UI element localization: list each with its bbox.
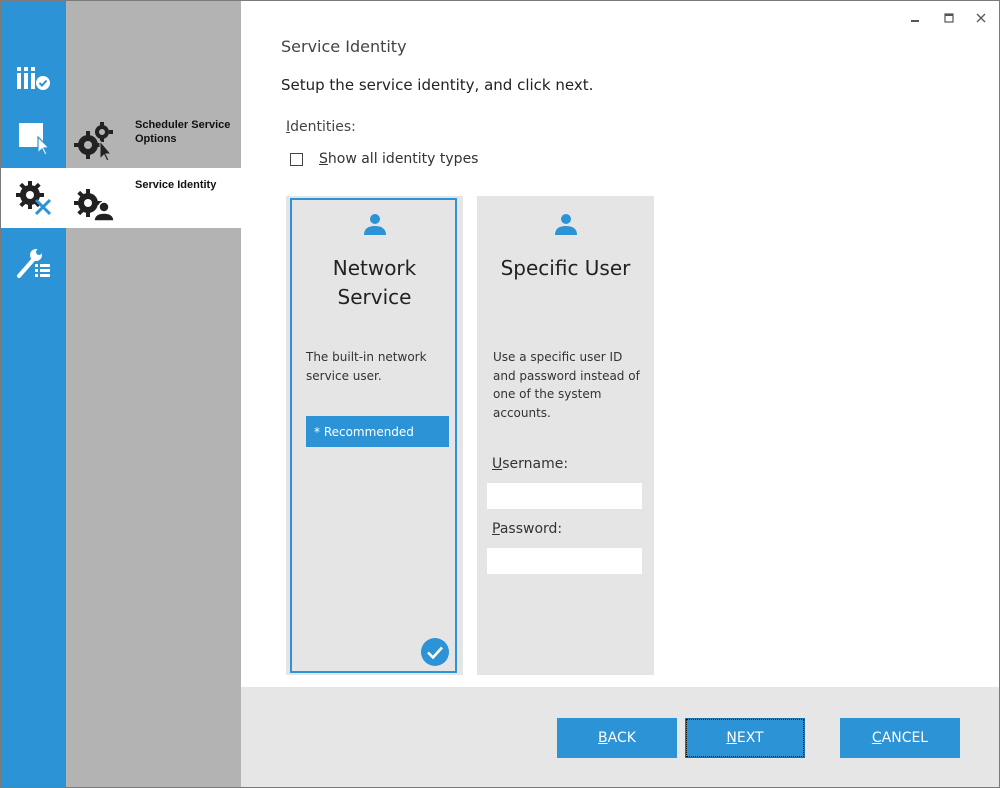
- installer-window: Scheduler Service Options Service Identi…: [0, 0, 1000, 788]
- card-title: Specific User: [500, 256, 631, 280]
- rail-item-product[interactable]: [1, 49, 66, 109]
- user-icon-wrap: [286, 212, 463, 236]
- next-button[interactable]: N EXT: [685, 718, 805, 758]
- user-icon-wrap: [477, 212, 654, 236]
- step-scheduler-service-options[interactable]: Scheduler Service Options: [66, 108, 241, 168]
- minimize-icon: [911, 20, 919, 22]
- gears-user-icon: [74, 189, 115, 222]
- select-cursor-icon: [18, 123, 50, 156]
- recommended-badge: * Recommended: [306, 416, 449, 447]
- card-description: The built-in network service user.: [306, 350, 427, 383]
- show-all-identity-types[interactable]: Show all identity types: [290, 151, 478, 167]
- identity-card-specific-user[interactable]: Specific User Use a specific user ID and…: [477, 196, 654, 675]
- gear-tools-icon: [15, 181, 51, 216]
- username-input[interactable]: [487, 483, 642, 509]
- password-input[interactable]: [487, 548, 642, 574]
- identities-label-rest: dentities:: [290, 119, 356, 135]
- user-icon: [363, 214, 386, 235]
- maximize-icon: [944, 13, 954, 23]
- rail-item-settings[interactable]: [1, 233, 66, 293]
- card-description: Use a specific user ID and password inst…: [493, 350, 640, 420]
- gears-cursor-icon: [74, 122, 113, 162]
- step-label: Scheduler Service Options: [135, 119, 231, 145]
- left-rail: [1, 1, 66, 787]
- step-service-identity[interactable]: Service Identity: [66, 168, 241, 228]
- identities-label: Identities:: [286, 119, 356, 135]
- page-title: Service Identity: [281, 37, 407, 56]
- product-logo-check-icon: [16, 67, 50, 90]
- footer-bar: B ACK N EXT C ANCEL: [241, 687, 999, 787]
- cancel-button[interactable]: C ANCEL: [840, 718, 960, 758]
- identity-card-network-service[interactable]: Network Service The built-in network ser…: [286, 196, 463, 675]
- maximize-button[interactable]: [939, 9, 959, 27]
- rail-item-configuration[interactable]: [1, 168, 66, 228]
- show-all-checkbox[interactable]: [290, 152, 303, 166]
- card-title: Network Service: [332, 256, 417, 309]
- steps-panel: Scheduler Service Options Service Identi…: [66, 1, 241, 787]
- password-label: Password:: [492, 521, 563, 537]
- selected-check-icon: [421, 638, 449, 666]
- show-all-label: Show all identity types: [319, 151, 479, 167]
- step-label: Service Identity: [135, 179, 217, 191]
- user-icon: [554, 214, 577, 235]
- minimize-button[interactable]: [905, 9, 925, 27]
- back-button[interactable]: B ACK: [557, 718, 677, 758]
- close-icon: [976, 13, 986, 23]
- username-label: Username:: [492, 456, 569, 472]
- instruction-text: Setup the service identity, and click ne…: [281, 76, 594, 94]
- close-button[interactable]: [971, 9, 991, 27]
- wrench-list-icon: [16, 249, 50, 278]
- rail-item-selection[interactable]: [1, 108, 66, 168]
